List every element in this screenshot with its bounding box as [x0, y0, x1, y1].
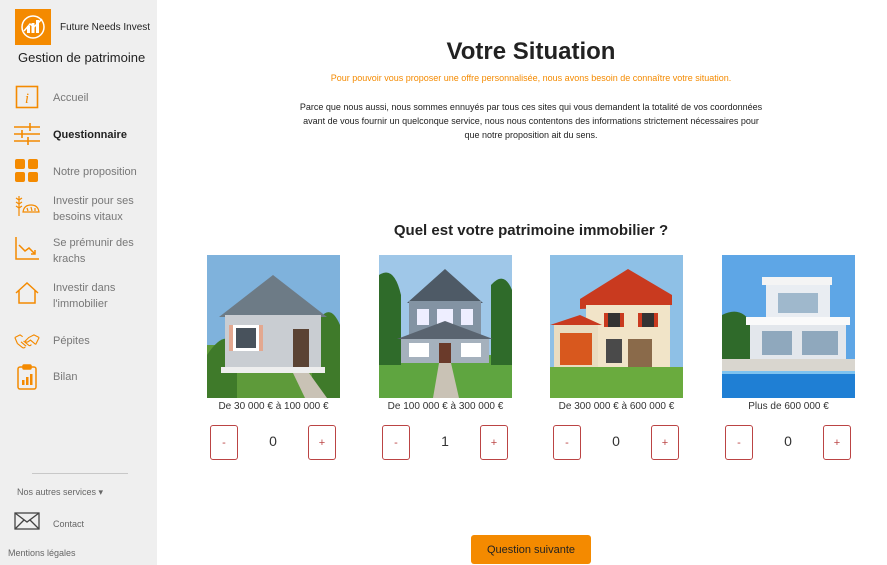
option-label: De 300 000 € à 600 000 €: [558, 401, 675, 412]
contact-label: Contact: [53, 518, 85, 529]
envelope-icon: [14, 512, 40, 535]
sidebar-divider: [32, 473, 128, 474]
svg-text:i: i: [25, 91, 29, 107]
intro-highlight: Pour pouvoir vous proposer une offre per…: [330, 73, 732, 83]
sliders-icon: [14, 121, 40, 147]
sidebar-item-accueil[interactable]: i Accueil: [14, 84, 143, 110]
decrement-button[interactable]: -: [725, 425, 753, 460]
sidebar-item-label: Investir pour ses besoins vitaux: [53, 195, 134, 223]
sidebar-item-questionnaire[interactable]: Questionnaire: [14, 121, 143, 147]
modern-villa-pool-image[interactable]: [722, 255, 855, 398]
increment-button[interactable]: +: [823, 425, 851, 460]
sidebar-item-label: Bilan: [53, 371, 78, 383]
logo-icon: [15, 9, 51, 45]
quantity-value: 0: [269, 433, 277, 449]
info-icon: i: [14, 84, 40, 110]
decrement-button[interactable]: -: [210, 425, 238, 460]
other-services-label: Nos autres services: [17, 487, 97, 497]
sidebar-item-notre-proposition[interactable]: Notre proposition: [14, 158, 143, 184]
decrement-button[interactable]: -: [382, 425, 410, 460]
sidebar-item-pepites[interactable]: Pépites: [14, 328, 143, 354]
wheat-bread-icon: [14, 193, 40, 219]
handshake-icon: [14, 328, 40, 354]
small-cottage-image[interactable]: [207, 255, 340, 398]
option-label: De 100 000 € à 300 000 €: [387, 401, 504, 412]
brand[interactable]: Future Needs Invest: [15, 9, 150, 45]
sidebar-item-label: Questionnaire: [53, 129, 127, 141]
brand-subtitle: Gestion de patrimoine: [18, 50, 146, 65]
intro-description: Parce que nous aussi, nous sommes ennuyé…: [299, 102, 763, 140]
sidebar-item-label: Investir dans l'immobilier: [53, 282, 116, 310]
contact-link[interactable]: Contact: [14, 512, 84, 535]
question-title: Quel est votre patrimoine immobilier ?: [393, 222, 669, 239]
quantity-value: 0: [612, 433, 620, 449]
main-content: Votre Situation Pour pouvoir vous propos…: [157, 0, 887, 565]
increment-button[interactable]: +: [480, 425, 508, 460]
sidebar: Future Needs Invest Gestion de patrimoin…: [0, 0, 157, 565]
quantity-stepper: - 0 +: [725, 425, 851, 460]
house-icon: [14, 280, 40, 306]
two-story-house-image[interactable]: [379, 255, 512, 398]
quantity-value: 0: [784, 433, 792, 449]
sidebar-item-krachs[interactable]: Se prémunir des krachs: [14, 235, 143, 267]
quantity-stepper: - 0 +: [210, 425, 336, 460]
villa-red-roof-image[interactable]: [550, 255, 683, 398]
legal-link[interactable]: Mentions légales: [8, 548, 76, 558]
increment-button[interactable]: +: [651, 425, 679, 460]
increment-button[interactable]: +: [308, 425, 336, 460]
option-label: Plus de 600 000 €: [748, 401, 829, 412]
other-services-dropdown[interactable]: Nos autres services ▾: [17, 487, 103, 498]
clipboard-chart-icon: [14, 364, 40, 390]
sidebar-item-label: Se prémunir des krachs: [53, 237, 134, 265]
quantity-stepper: - 0 +: [553, 425, 679, 460]
sidebar-item-besoins-vitaux[interactable]: Investir pour ses besoins vitaux: [14, 193, 143, 225]
quantity-stepper: - 1 +: [382, 425, 508, 460]
sidebar-item-immobilier[interactable]: Investir dans l'immobilier: [14, 280, 143, 312]
grid-icon: [14, 158, 40, 184]
brand-name: Future Needs Invest: [60, 21, 151, 33]
quantity-value: 1: [441, 433, 449, 449]
next-question-button[interactable]: Question suivante: [471, 535, 591, 564]
chart-down-icon: [14, 235, 40, 261]
option-label: De 30 000 € à 100 000 €: [218, 401, 329, 412]
sidebar-item-label: Pépites: [53, 335, 90, 347]
sidebar-item-label: Accueil: [53, 92, 89, 104]
caret-down-icon: ▾: [98, 487, 104, 497]
decrement-button[interactable]: -: [553, 425, 581, 460]
sidebar-item-bilan[interactable]: Bilan: [14, 364, 143, 390]
page-title: Votre Situation: [446, 38, 616, 65]
sidebar-item-label: Notre proposition: [53, 166, 137, 178]
